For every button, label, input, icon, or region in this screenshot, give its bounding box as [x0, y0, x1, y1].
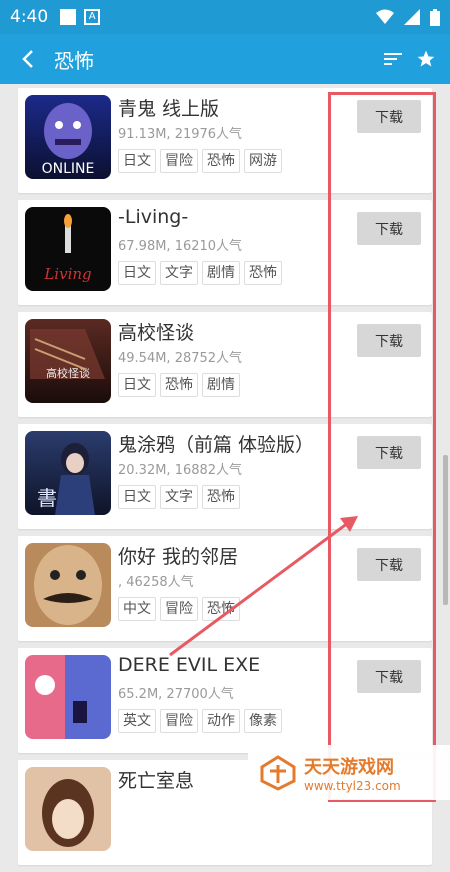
scrollbar[interactable]: [443, 455, 448, 605]
watermark-url: www.ttyl23.com: [304, 778, 401, 793]
watermark-title: 天天游戏网: [304, 756, 394, 778]
watermark-logo-icon: [260, 754, 296, 791]
watermark: 天天游戏网 www.ttyl23.com: [248, 745, 450, 800]
annotation-arrow: [169, 516, 358, 657]
